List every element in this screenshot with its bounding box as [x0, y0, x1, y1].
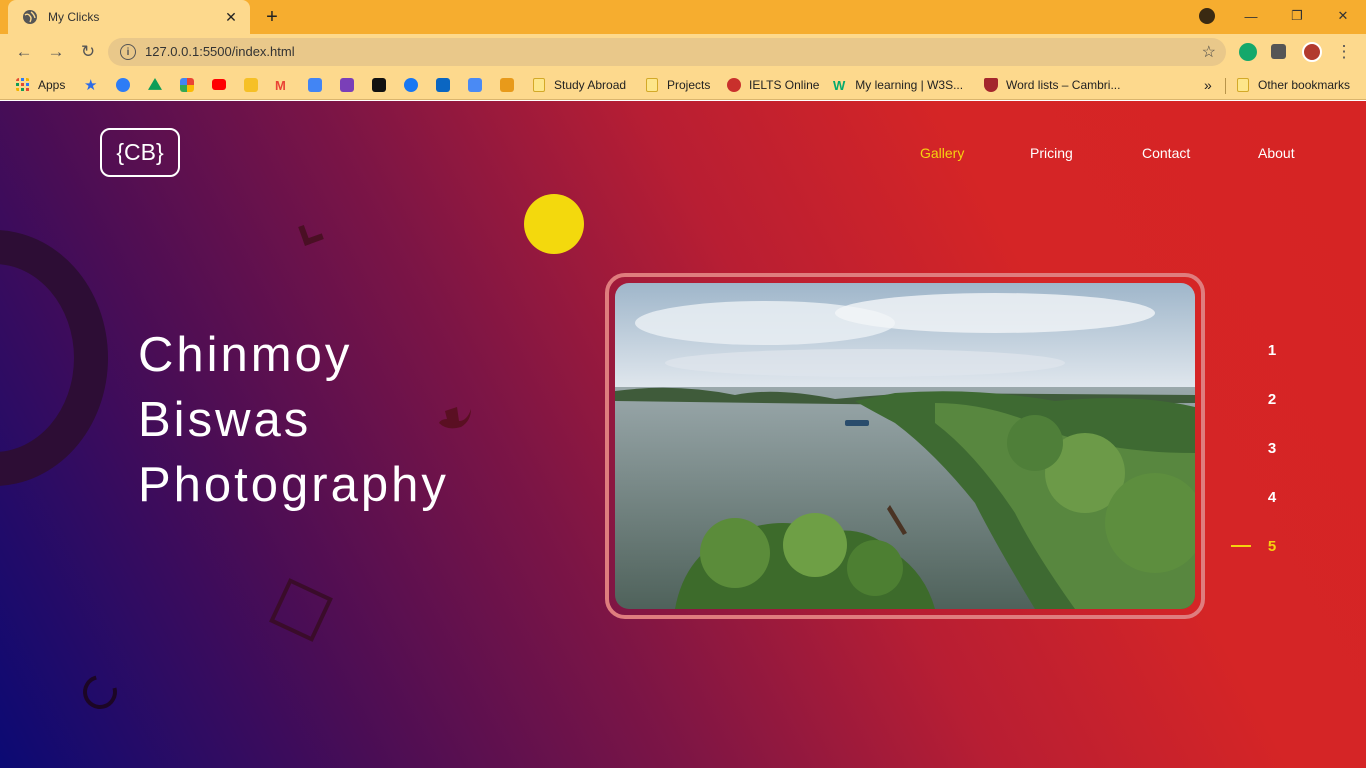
browser-tab[interactable]: My Clicks ✕	[8, 0, 250, 34]
keep-bookmark-icon[interactable]	[244, 78, 258, 92]
minimize-icon[interactable]: —	[1243, 8, 1259, 24]
gmail-bookmark-icon[interactable]: M	[275, 76, 286, 94]
bookmark-projects[interactable]: Projects	[646, 76, 710, 94]
bookmark-label: Word lists – Cambri...	[1006, 78, 1121, 92]
star-bookmark-icon[interactable]: ★	[84, 76, 97, 94]
facebook-bookmark-icon[interactable]	[404, 78, 418, 92]
browser-toolbar: ← → ↻ i 127.0.0.1:5500/index.html ☆ ⋮	[0, 34, 1366, 70]
nav-contact[interactable]: Contact	[1142, 145, 1190, 161]
bookmark-w3schools[interactable]: W My learning | W3S...	[833, 76, 963, 94]
hero-line: Photography	[138, 458, 449, 512]
decorative-yellow-circle	[524, 194, 584, 254]
account-bookmark-icon[interactable]	[116, 78, 130, 92]
forms-bookmark-icon[interactable]	[340, 78, 354, 92]
slide-indicator-1[interactable]: 1	[1262, 342, 1282, 359]
bookmark-study-abroad[interactable]: Study Abroad	[533, 76, 626, 94]
avatar[interactable]	[1302, 42, 1322, 62]
hero-title: Chinmoy Biswas Photography	[138, 323, 449, 518]
photos-bookmark-icon[interactable]	[180, 78, 194, 92]
slide-indicator-5[interactable]: 5	[1262, 538, 1282, 555]
menu-icon[interactable]: ⋮	[1334, 42, 1354, 62]
tab-bar: My Clicks ✕ + — ❐ ✕	[0, 0, 1366, 34]
bookmarks-divider	[1225, 78, 1226, 94]
ielts-icon	[727, 78, 741, 92]
url-text[interactable]: 127.0.0.1:5500/index.html	[145, 44, 295, 59]
bookmark-label: My learning | W3S...	[855, 78, 964, 92]
page-content: {CB} Gallery Pricing Contact About Chinm…	[0, 101, 1366, 768]
linkedin-bookmark-icon[interactable]	[436, 78, 450, 92]
window-close-icon[interactable]: ✕	[1335, 8, 1351, 24]
decorative-ring	[0, 230, 108, 486]
nav-pricing[interactable]: Pricing	[1030, 145, 1073, 161]
bookmark-cambridge[interactable]: Word lists – Cambri...	[984, 76, 1120, 94]
bookmark-other[interactable]: Other bookmarks	[1237, 76, 1350, 94]
bookmark-label: Other bookmarks	[1258, 78, 1351, 92]
decorative-square-shape	[269, 578, 333, 642]
w3schools-icon: W	[833, 78, 846, 93]
tab-title: My Clicks	[48, 10, 100, 24]
site-info-icon[interactable]: i	[120, 44, 136, 60]
river-landscape-image	[615, 283, 1195, 609]
cambridge-icon	[984, 78, 998, 92]
notion-bookmark-icon[interactable]	[372, 78, 386, 92]
globe-icon	[23, 10, 37, 24]
youtube-bookmark-icon[interactable]	[212, 79, 226, 90]
restore-icon[interactable]: ❐	[1289, 8, 1305, 24]
bookmark-label: Study Abroad	[554, 78, 627, 92]
translate-bookmark-icon[interactable]	[468, 78, 482, 92]
close-icon[interactable]: ✕	[222, 8, 240, 26]
tab-search-icon[interactable]	[1199, 8, 1215, 24]
folder-icon	[646, 78, 658, 92]
bookmark-label: Projects	[667, 78, 711, 92]
bookmark-apps[interactable]: Apps	[16, 76, 65, 94]
bookmark-label: IELTS Online	[749, 78, 820, 92]
extensions-icon[interactable]	[1271, 44, 1286, 59]
site-logo[interactable]: {CB}	[100, 128, 180, 177]
bookmark-ielts-online[interactable]: IELTS Online	[727, 76, 819, 94]
folder-icon	[1237, 78, 1249, 92]
back-icon[interactable]: ←	[14, 42, 34, 62]
nav-about[interactable]: About	[1258, 145, 1295, 161]
decorative-corner-shape	[298, 220, 324, 246]
sheets-bookmark-icon[interactable]	[500, 78, 514, 92]
apps-grid-icon	[16, 78, 29, 91]
active-slide-marker	[1231, 545, 1251, 547]
slide-indicator-4[interactable]: 4	[1262, 489, 1282, 506]
forward-icon[interactable]: →	[46, 42, 66, 62]
address-bar[interactable]: i 127.0.0.1:5500/index.html ☆	[108, 38, 1226, 66]
drive-bookmark-icon[interactable]	[148, 78, 162, 90]
docs-bookmark-icon[interactable]	[308, 78, 322, 92]
slide-indicator-3[interactable]: 3	[1262, 440, 1282, 457]
new-tab-button[interactable]: +	[262, 6, 282, 28]
reload-icon[interactable]: ↻	[78, 42, 98, 62]
bookmark-label: Apps	[38, 78, 66, 92]
nav-gallery[interactable]: Gallery	[920, 145, 964, 161]
bookmark-star-icon[interactable]: ☆	[1202, 42, 1216, 62]
more-bookmarks-button[interactable]: »	[1204, 76, 1212, 94]
decorative-small-ring	[76, 668, 124, 716]
grammarly-icon[interactable]	[1239, 43, 1257, 61]
slide-indicator-2[interactable]: 2	[1262, 391, 1282, 408]
bookmarks-bar: Apps ★ M Study Abroad Projects IELTS Onl…	[0, 70, 1366, 100]
gallery-photo[interactable]	[615, 283, 1195, 609]
folder-icon	[533, 78, 545, 92]
hero-line: Biswas	[138, 393, 312, 447]
hero-line: Chinmoy	[138, 328, 353, 382]
